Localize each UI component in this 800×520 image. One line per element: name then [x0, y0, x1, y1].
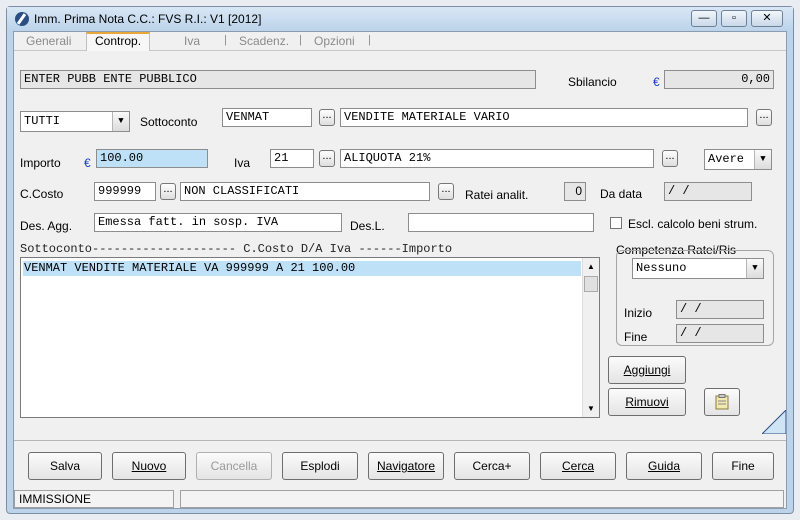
- tab-separator: |: [368, 34, 371, 46]
- competenza-select-value: Nessuno: [636, 261, 687, 275]
- window-title: Imm. Prima Nota C.C.: FVS R.I.: V1 [2012…: [34, 12, 262, 26]
- inizio-value: / /: [676, 300, 764, 319]
- ccosto-label: C.Costo: [20, 187, 64, 201]
- divider: [14, 440, 786, 441]
- sottoconto-code-input[interactable]: VENMAT: [222, 108, 312, 127]
- sottoconto-description-button[interactable]: ...: [756, 109, 772, 126]
- importo-input[interactable]: 100.00: [96, 149, 208, 168]
- maximize-button[interactable]: ▫: [721, 10, 747, 27]
- des-agg-input[interactable]: Emessa fatt. in sosp. IVA: [94, 213, 342, 232]
- escl-checkbox[interactable]: [610, 217, 622, 229]
- sbilancio-currency: €: [653, 75, 660, 89]
- status-message: [180, 490, 784, 508]
- tab-generali[interactable]: Generali: [26, 34, 71, 48]
- importo-currency: €: [84, 156, 91, 170]
- tab-iva[interactable]: Iva: [184, 34, 200, 48]
- resize-corner-icon[interactable]: [762, 410, 786, 434]
- ccosto-description: NON CLASSIFICATI: [180, 182, 430, 201]
- competenza-select[interactable]: Nessuno ▼: [632, 258, 764, 279]
- sottoconto-description: VENDITE MATERIALE VARIO: [340, 108, 748, 127]
- title-bar: Imm. Prima Nota C.C.: FVS R.I.: V1 [2012…: [7, 7, 793, 31]
- tab-scadenz[interactable]: Scadenz.: [239, 34, 289, 48]
- esplodi-button[interactable]: Esplodi: [282, 452, 358, 480]
- navigatore-button[interactable]: Navigatore: [368, 452, 444, 480]
- filter-select[interactable]: TUTTI ▼: [20, 111, 130, 132]
- tab-opzioni[interactable]: Opzioni: [314, 34, 355, 48]
- main-window: Imm. Prima Nota C.C.: FVS R.I.: V1 [2012…: [6, 6, 794, 514]
- minimize-button[interactable]: —: [691, 10, 717, 27]
- clipboard-icon: [715, 394, 729, 410]
- scroll-down-icon[interactable]: ▼: [583, 400, 599, 417]
- nuovo-button[interactable]: Nuovo: [112, 452, 186, 480]
- sottoconto-lookup-button[interactable]: ...: [319, 109, 335, 126]
- inizio-label: Inizio: [624, 306, 653, 320]
- tab-bar: Generali Controp. Iva | Scadenz. | Opzio…: [14, 32, 786, 51]
- salva-button[interactable]: Salva: [28, 452, 102, 480]
- importo-label: Importo: [20, 156, 61, 170]
- tab-separator: |: [224, 34, 227, 46]
- close-button[interactable]: ✕: [751, 10, 783, 27]
- cancella-button[interactable]: Cancella: [196, 452, 272, 480]
- cerca-button[interactable]: Cerca: [540, 452, 616, 480]
- entries-list[interactable]: VENMAT VENDITE MATERIALE VA 999999 A 21 …: [20, 257, 600, 418]
- chevron-down-icon: ▼: [746, 259, 763, 278]
- fine-button[interactable]: Fine: [712, 452, 774, 480]
- iva-lookup-button[interactable]: ...: [319, 150, 335, 167]
- fine-value: / /: [676, 324, 764, 343]
- tab-controp[interactable]: Controp.: [86, 32, 151, 51]
- rimuovi-button[interactable]: Rimuovi: [608, 388, 686, 416]
- cerca-plus-button[interactable]: Cerca+: [454, 452, 530, 480]
- dare-avere-value: Avere: [708, 152, 745, 166]
- aggiungi-button[interactable]: Aggiungi: [608, 356, 686, 384]
- tab-separator: |: [299, 34, 302, 46]
- ccosto-description-button[interactable]: ...: [438, 183, 454, 200]
- iva-code-input[interactable]: 21: [270, 149, 314, 168]
- status-mode: IMMISSIONE: [14, 490, 174, 508]
- ratei-label: Ratei analit.: [465, 188, 529, 202]
- iva-label: Iva: [234, 156, 251, 170]
- escl-label: Escl. calcolo beni strum.: [628, 217, 758, 231]
- sottoconto-label: Sottoconto: [140, 115, 198, 129]
- list-scrollbar[interactable]: ▲ ▼: [582, 258, 599, 417]
- guida-button[interactable]: Guida: [626, 452, 702, 480]
- ccosto-lookup-button[interactable]: ...: [160, 183, 176, 200]
- scroll-thumb[interactable]: [584, 276, 598, 292]
- des-l-label: Des.L.: [350, 219, 385, 233]
- list-header: Sottoconto-------------------- C.Costo D…: [20, 242, 453, 256]
- iva-description: ALIQUOTA 21%: [340, 149, 654, 168]
- fine-label: Fine: [624, 330, 648, 344]
- app-icon: [15, 12, 29, 26]
- da-data-label: Da data: [600, 187, 643, 201]
- filter-value: TUTTI: [24, 114, 61, 128]
- sbilancio-label: Sbilancio: [568, 75, 617, 89]
- table-row-text: VENMAT VENDITE MATERIALE VA 999999 A 21 …: [24, 261, 356, 275]
- des-agg-label: Des. Agg.: [20, 219, 73, 233]
- dare-avere-select[interactable]: Avere ▼: [704, 149, 772, 170]
- iva-description-button[interactable]: ...: [662, 150, 678, 167]
- sbilancio-value: 0,00: [664, 70, 774, 89]
- ccosto-code-input[interactable]: 999999: [94, 182, 156, 201]
- des-l-input[interactable]: [408, 213, 594, 232]
- chevron-down-icon: ▼: [112, 112, 129, 131]
- scroll-up-icon[interactable]: ▲: [583, 258, 599, 275]
- ratei-value: 0: [564, 182, 586, 201]
- da-data-value: / /: [664, 182, 752, 201]
- attachment-button[interactable]: [704, 388, 740, 416]
- form-area: Generali Controp. Iva | Scadenz. | Opzio…: [13, 31, 787, 509]
- header-description: ENTER PUBB ENTE PUBBLICO: [20, 70, 536, 89]
- chevron-down-icon: ▼: [754, 150, 771, 169]
